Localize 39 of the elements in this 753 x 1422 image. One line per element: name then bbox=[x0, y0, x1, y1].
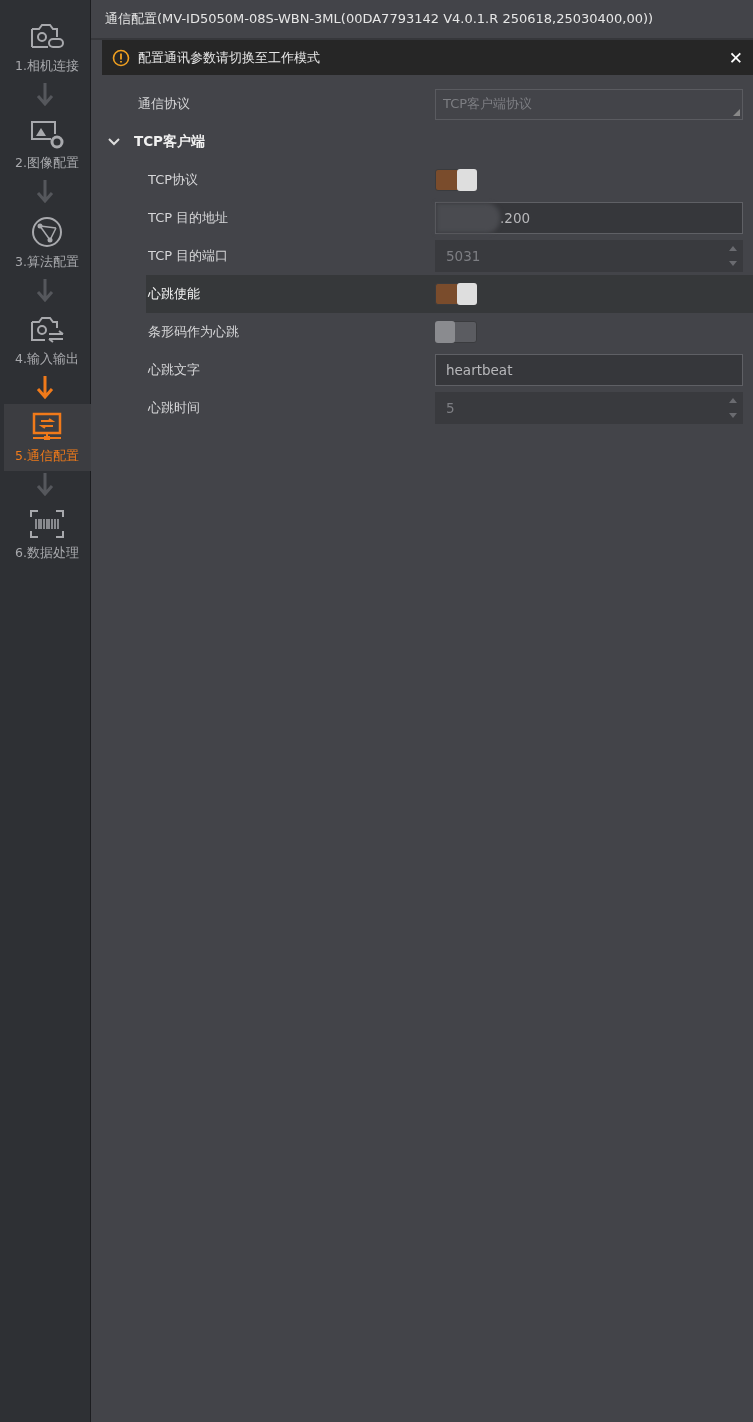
field-label: 条形码作为心跳 bbox=[148, 323, 240, 341]
field-label: TCP协议 bbox=[148, 171, 200, 189]
setting-row[interactable]: 心跳使能 bbox=[146, 275, 753, 313]
chevron-icon[interactable] bbox=[108, 138, 120, 146]
field-label: TCP 目的地址 bbox=[148, 209, 230, 227]
setting-row[interactable]: 心跳文字 heartbeat bbox=[146, 351, 753, 389]
step-item[interactable]: 3.算法配置 bbox=[3, 208, 91, 277]
barcode-icon bbox=[29, 509, 65, 539]
text-field[interactable]: heartbeat bbox=[435, 354, 743, 386]
field-label: 心跳时间 bbox=[148, 399, 201, 417]
arrow-icon bbox=[36, 279, 54, 305]
camera-arrows-icon bbox=[29, 315, 65, 345]
toggle-switch[interactable] bbox=[435, 283, 477, 305]
arrow-icon bbox=[36, 83, 54, 109]
arrow-icon bbox=[36, 180, 54, 206]
globe-icon bbox=[30, 216, 64, 248]
field-label: 通信协议 bbox=[138, 95, 191, 113]
toggle-switch[interactable] bbox=[435, 321, 477, 343]
step-item[interactable]: 6.数据处理 bbox=[3, 501, 91, 568]
close-button[interactable]: ✕ bbox=[728, 47, 743, 68]
group-title: TCP客户端 bbox=[134, 133, 205, 151]
image-gear-icon bbox=[29, 119, 65, 149]
setting-row[interactable]: TCP协议 bbox=[146, 161, 753, 199]
warning-text: 配置通讯参数请切换至工作模式 bbox=[138, 48, 321, 67]
dropdown-corner-icon bbox=[733, 108, 740, 116]
arrow-icon bbox=[36, 376, 54, 402]
setting-row[interactable]: TCP 目的地址 .200 bbox=[146, 199, 753, 237]
step-item[interactable]: 5.通信配置 bbox=[3, 404, 91, 471]
field-label: TCP 目的端口 bbox=[148, 247, 230, 265]
warning-icon bbox=[112, 48, 130, 67]
setting-row[interactable]: 条形码作为心跳 bbox=[146, 313, 753, 351]
step-item[interactable]: 4.输入输出 bbox=[3, 307, 91, 374]
step-item[interactable]: 1.相机连接 bbox=[3, 14, 91, 81]
toggle-switch[interactable] bbox=[435, 169, 477, 191]
step-item[interactable]: 2.图像配置 bbox=[3, 111, 91, 178]
text-field[interactable]: .200 bbox=[435, 202, 743, 234]
arrow-icon bbox=[36, 473, 54, 499]
field-label: 心跳使能 bbox=[148, 285, 201, 303]
field-label: 心跳文字 bbox=[148, 361, 201, 379]
